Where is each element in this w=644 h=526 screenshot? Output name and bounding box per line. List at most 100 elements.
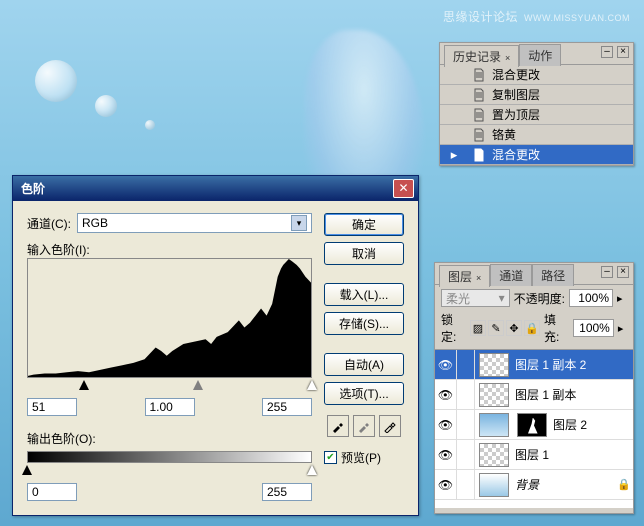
layer-thumb[interactable]: [479, 473, 509, 497]
history-item-label: 铬黄: [490, 126, 633, 143]
history-item[interactable]: ▸ 混合更改: [440, 145, 633, 165]
auto-button[interactable]: 自动(A): [324, 353, 404, 376]
visibility-toggle-icon[interactable]: 👁: [435, 350, 457, 379]
ok-button[interactable]: 确定: [324, 213, 404, 236]
output-levels-label: 输出色阶(O):: [27, 432, 96, 446]
history-step-icon: [468, 128, 490, 142]
bubble-decor: [95, 95, 117, 117]
layer-name[interactable]: 图层 1: [513, 446, 633, 463]
history-item[interactable]: 复制图层: [440, 85, 633, 105]
out-white-handle[interactable]: [307, 465, 317, 475]
close-panel-icon[interactable]: ×: [617, 46, 629, 58]
history-item[interactable]: 混合更改: [440, 65, 633, 85]
layer-name[interactable]: 背景: [513, 476, 617, 493]
history-item[interactable]: 铬黄: [440, 125, 633, 145]
history-item-label: 置为顶层: [490, 106, 633, 123]
input-slider[interactable]: [27, 380, 312, 394]
history-step-icon: [468, 88, 490, 102]
levels-dialog: 色阶 ✕ 通道(C): RGB ▾ 输入色阶(I):: [12, 175, 419, 516]
channel-select[interactable]: RGB ▾: [77, 213, 312, 233]
lock-label: 锁定:: [441, 311, 466, 345]
tab-history[interactable]: 历史记录×: [444, 45, 519, 67]
gamma-input[interactable]: [145, 398, 195, 416]
layer-item[interactable]: 👁 图层 1 副本: [435, 380, 633, 410]
history-list: 混合更改 复制图层 置为顶层 铬黄 ▸ 混合更改: [440, 65, 633, 165]
white-point-handle[interactable]: [307, 380, 317, 390]
black-point-handle[interactable]: [79, 380, 89, 390]
layer-thumb[interactable]: [479, 353, 509, 377]
minimize-icon[interactable]: –: [601, 46, 613, 58]
layers-panel: 图层× 通道 路径 – × 柔光▾ 不透明度: 100% ▸ 锁定: ▨ ✎ ✥…: [434, 262, 634, 514]
layer-thumb[interactable]: [479, 383, 509, 407]
black-input[interactable]: [27, 398, 77, 416]
out-black-input[interactable]: [27, 483, 77, 501]
link-column[interactable]: [457, 440, 475, 469]
layer-thumb[interactable]: [479, 413, 509, 437]
layer-name[interactable]: 图层 1 副本 2: [513, 356, 633, 373]
preview-checkbox[interactable]: ✔: [324, 451, 337, 464]
layer-mask-thumb[interactable]: [517, 413, 547, 437]
minimize-icon[interactable]: –: [601, 266, 613, 278]
eyedropper-white-icon[interactable]: [379, 415, 401, 437]
options-button[interactable]: 选项(T)...: [324, 382, 404, 405]
history-step-icon: [468, 108, 490, 122]
opacity-slider-icon[interactable]: ▸: [617, 292, 627, 305]
white-input[interactable]: [262, 398, 312, 416]
chevron-down-icon: ▾: [291, 215, 307, 231]
layer-item[interactable]: 👁 图层 1: [435, 440, 633, 470]
layers-list: 👁 图层 1 副本 2 👁 图层 1 副本 👁 图层 2 👁 图层 1 👁 背景…: [435, 350, 633, 508]
layer-item[interactable]: 👁 背景 🔒: [435, 470, 633, 500]
layer-name[interactable]: 图层 2: [551, 416, 633, 433]
lock-all-icon[interactable]: 🔒: [524, 320, 540, 336]
link-column[interactable]: [457, 470, 475, 499]
close-panel-icon[interactable]: ×: [617, 266, 629, 278]
watermark: 思缘设计论坛WWW.MISSYUAN.COM: [443, 8, 630, 25]
visibility-toggle-icon[interactable]: 👁: [435, 380, 457, 409]
lock-paint-icon[interactable]: ✎: [488, 320, 504, 336]
link-column[interactable]: [457, 380, 475, 409]
dialog-titlebar[interactable]: 色阶 ✕: [13, 176, 418, 201]
lock-icon: 🔒: [617, 478, 633, 491]
fill-slider-icon[interactable]: ▸: [618, 322, 627, 335]
tab-paths[interactable]: 路径: [532, 264, 574, 286]
lock-position-icon[interactable]: ✥: [506, 320, 522, 336]
output-slider[interactable]: [27, 465, 312, 479]
tab-layers[interactable]: 图层×: [439, 265, 490, 287]
load-button[interactable]: 载入(L)...: [324, 283, 404, 306]
current-state-icon: ▸: [451, 147, 458, 163]
midtone-handle[interactable]: [193, 380, 203, 390]
visibility-toggle-icon[interactable]: 👁: [435, 470, 457, 499]
layer-item[interactable]: 👁 图层 1 副本 2: [435, 350, 633, 380]
history-step-icon: [468, 68, 490, 82]
bubble-decor: [35, 60, 77, 102]
cancel-button[interactable]: 取消: [324, 242, 404, 265]
out-white-input[interactable]: [262, 483, 312, 501]
bubble-decor: [145, 120, 155, 130]
tab-channels[interactable]: 通道: [490, 264, 532, 286]
history-step-icon: [468, 148, 490, 162]
layer-thumb[interactable]: [479, 443, 509, 467]
fill-label: 填充:: [544, 311, 569, 345]
visibility-toggle-icon[interactable]: 👁: [435, 440, 457, 469]
fill-input[interactable]: 100%: [573, 319, 614, 337]
history-item[interactable]: 置为顶层: [440, 105, 633, 125]
channel-label: 通道(C):: [27, 215, 71, 232]
eyedropper-black-icon[interactable]: [327, 415, 349, 437]
lock-transparency-icon[interactable]: ▨: [470, 320, 486, 336]
output-gradient: [27, 451, 312, 463]
out-black-handle[interactable]: [22, 465, 32, 475]
link-column[interactable]: [457, 410, 475, 439]
blend-mode-select[interactable]: 柔光▾: [441, 289, 510, 307]
layer-name[interactable]: 图层 1 副本: [513, 386, 633, 403]
link-column[interactable]: [457, 350, 475, 379]
tab-actions[interactable]: 动作: [519, 44, 561, 66]
close-icon[interactable]: ✕: [393, 179, 414, 198]
input-levels-label: 输入色阶(I):: [27, 243, 90, 257]
eyedropper-gray-icon[interactable]: [353, 415, 375, 437]
visibility-toggle-icon[interactable]: 👁: [435, 410, 457, 439]
layer-item[interactable]: 👁 图层 2: [435, 410, 633, 440]
history-item-label: 复制图层: [490, 86, 633, 103]
save-button[interactable]: 存储(S)...: [324, 312, 404, 335]
preview-label: 预览(P): [341, 449, 381, 466]
opacity-input[interactable]: 100%: [569, 289, 613, 307]
